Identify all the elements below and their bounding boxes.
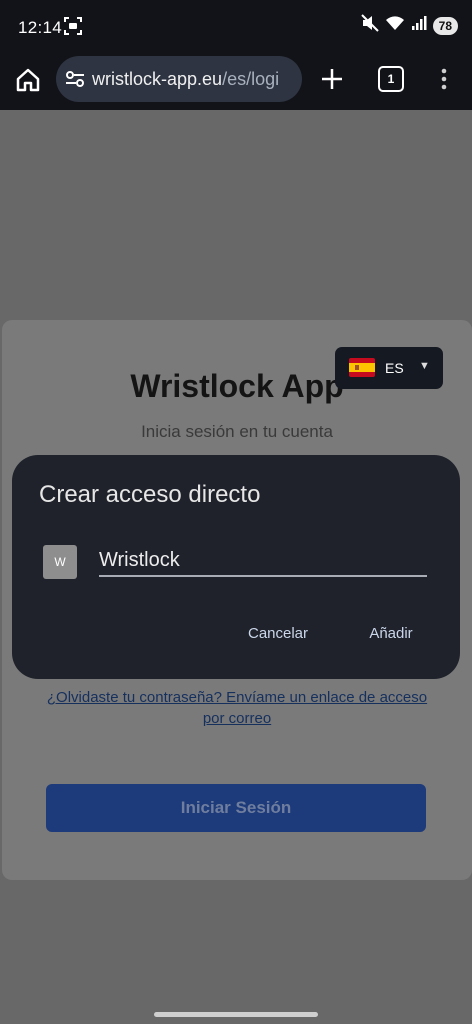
status-time: 12:14 bbox=[18, 18, 63, 37]
forgot-password-link[interactable]: ¿Olvidaste tu contraseña? Envíame un enl… bbox=[42, 687, 432, 729]
language-selector[interactable]: ES ▼ bbox=[335, 347, 443, 389]
shortcut-name-input[interactable] bbox=[99, 545, 427, 577]
url-bar[interactable]: wristlock-app.eu/es/logi bbox=[56, 56, 302, 102]
site-settings-icon[interactable] bbox=[64, 68, 86, 95]
screenshot-icon bbox=[64, 17, 82, 40]
status-bar: 12:14 78 bbox=[0, 0, 472, 56]
spain-flag-icon bbox=[349, 358, 375, 377]
language-code: ES bbox=[385, 360, 404, 376]
gesture-bar[interactable] bbox=[154, 1012, 318, 1017]
tab-switcher-button[interactable]: 1 bbox=[378, 66, 404, 92]
login-button[interactable]: Iniciar Sesión bbox=[46, 784, 426, 832]
url-host: wristlock-app.eu bbox=[92, 69, 223, 89]
add-button[interactable]: Añadir bbox=[357, 620, 425, 646]
chevron-down-icon: ▼ bbox=[419, 360, 430, 372]
create-shortcut-dialog: Crear acceso directo W Cancelar Añadir bbox=[12, 455, 460, 679]
more-vert-icon[interactable] bbox=[434, 66, 454, 92]
dialog-title: Crear acceso directo bbox=[39, 481, 261, 508]
battery-indicator: 78 bbox=[432, 16, 458, 35]
url-text: wristlock-app.eu/es/logi bbox=[92, 69, 296, 90]
mute-icon bbox=[360, 14, 379, 37]
wifi-icon bbox=[385, 15, 405, 36]
home-icon[interactable] bbox=[14, 66, 42, 94]
status-icons: 78 bbox=[360, 14, 458, 37]
cancel-button[interactable]: Cancelar bbox=[234, 620, 322, 646]
plus-icon[interactable] bbox=[318, 65, 346, 93]
login-subtitle: Inicia sesión en tu cuenta bbox=[141, 422, 333, 441]
browser-toolbar: wristlock-app.eu/es/logi 1 bbox=[0, 56, 472, 110]
signal-icon bbox=[411, 15, 427, 36]
site-favicon: W bbox=[43, 545, 77, 579]
url-path: /es/logi bbox=[222, 69, 280, 89]
